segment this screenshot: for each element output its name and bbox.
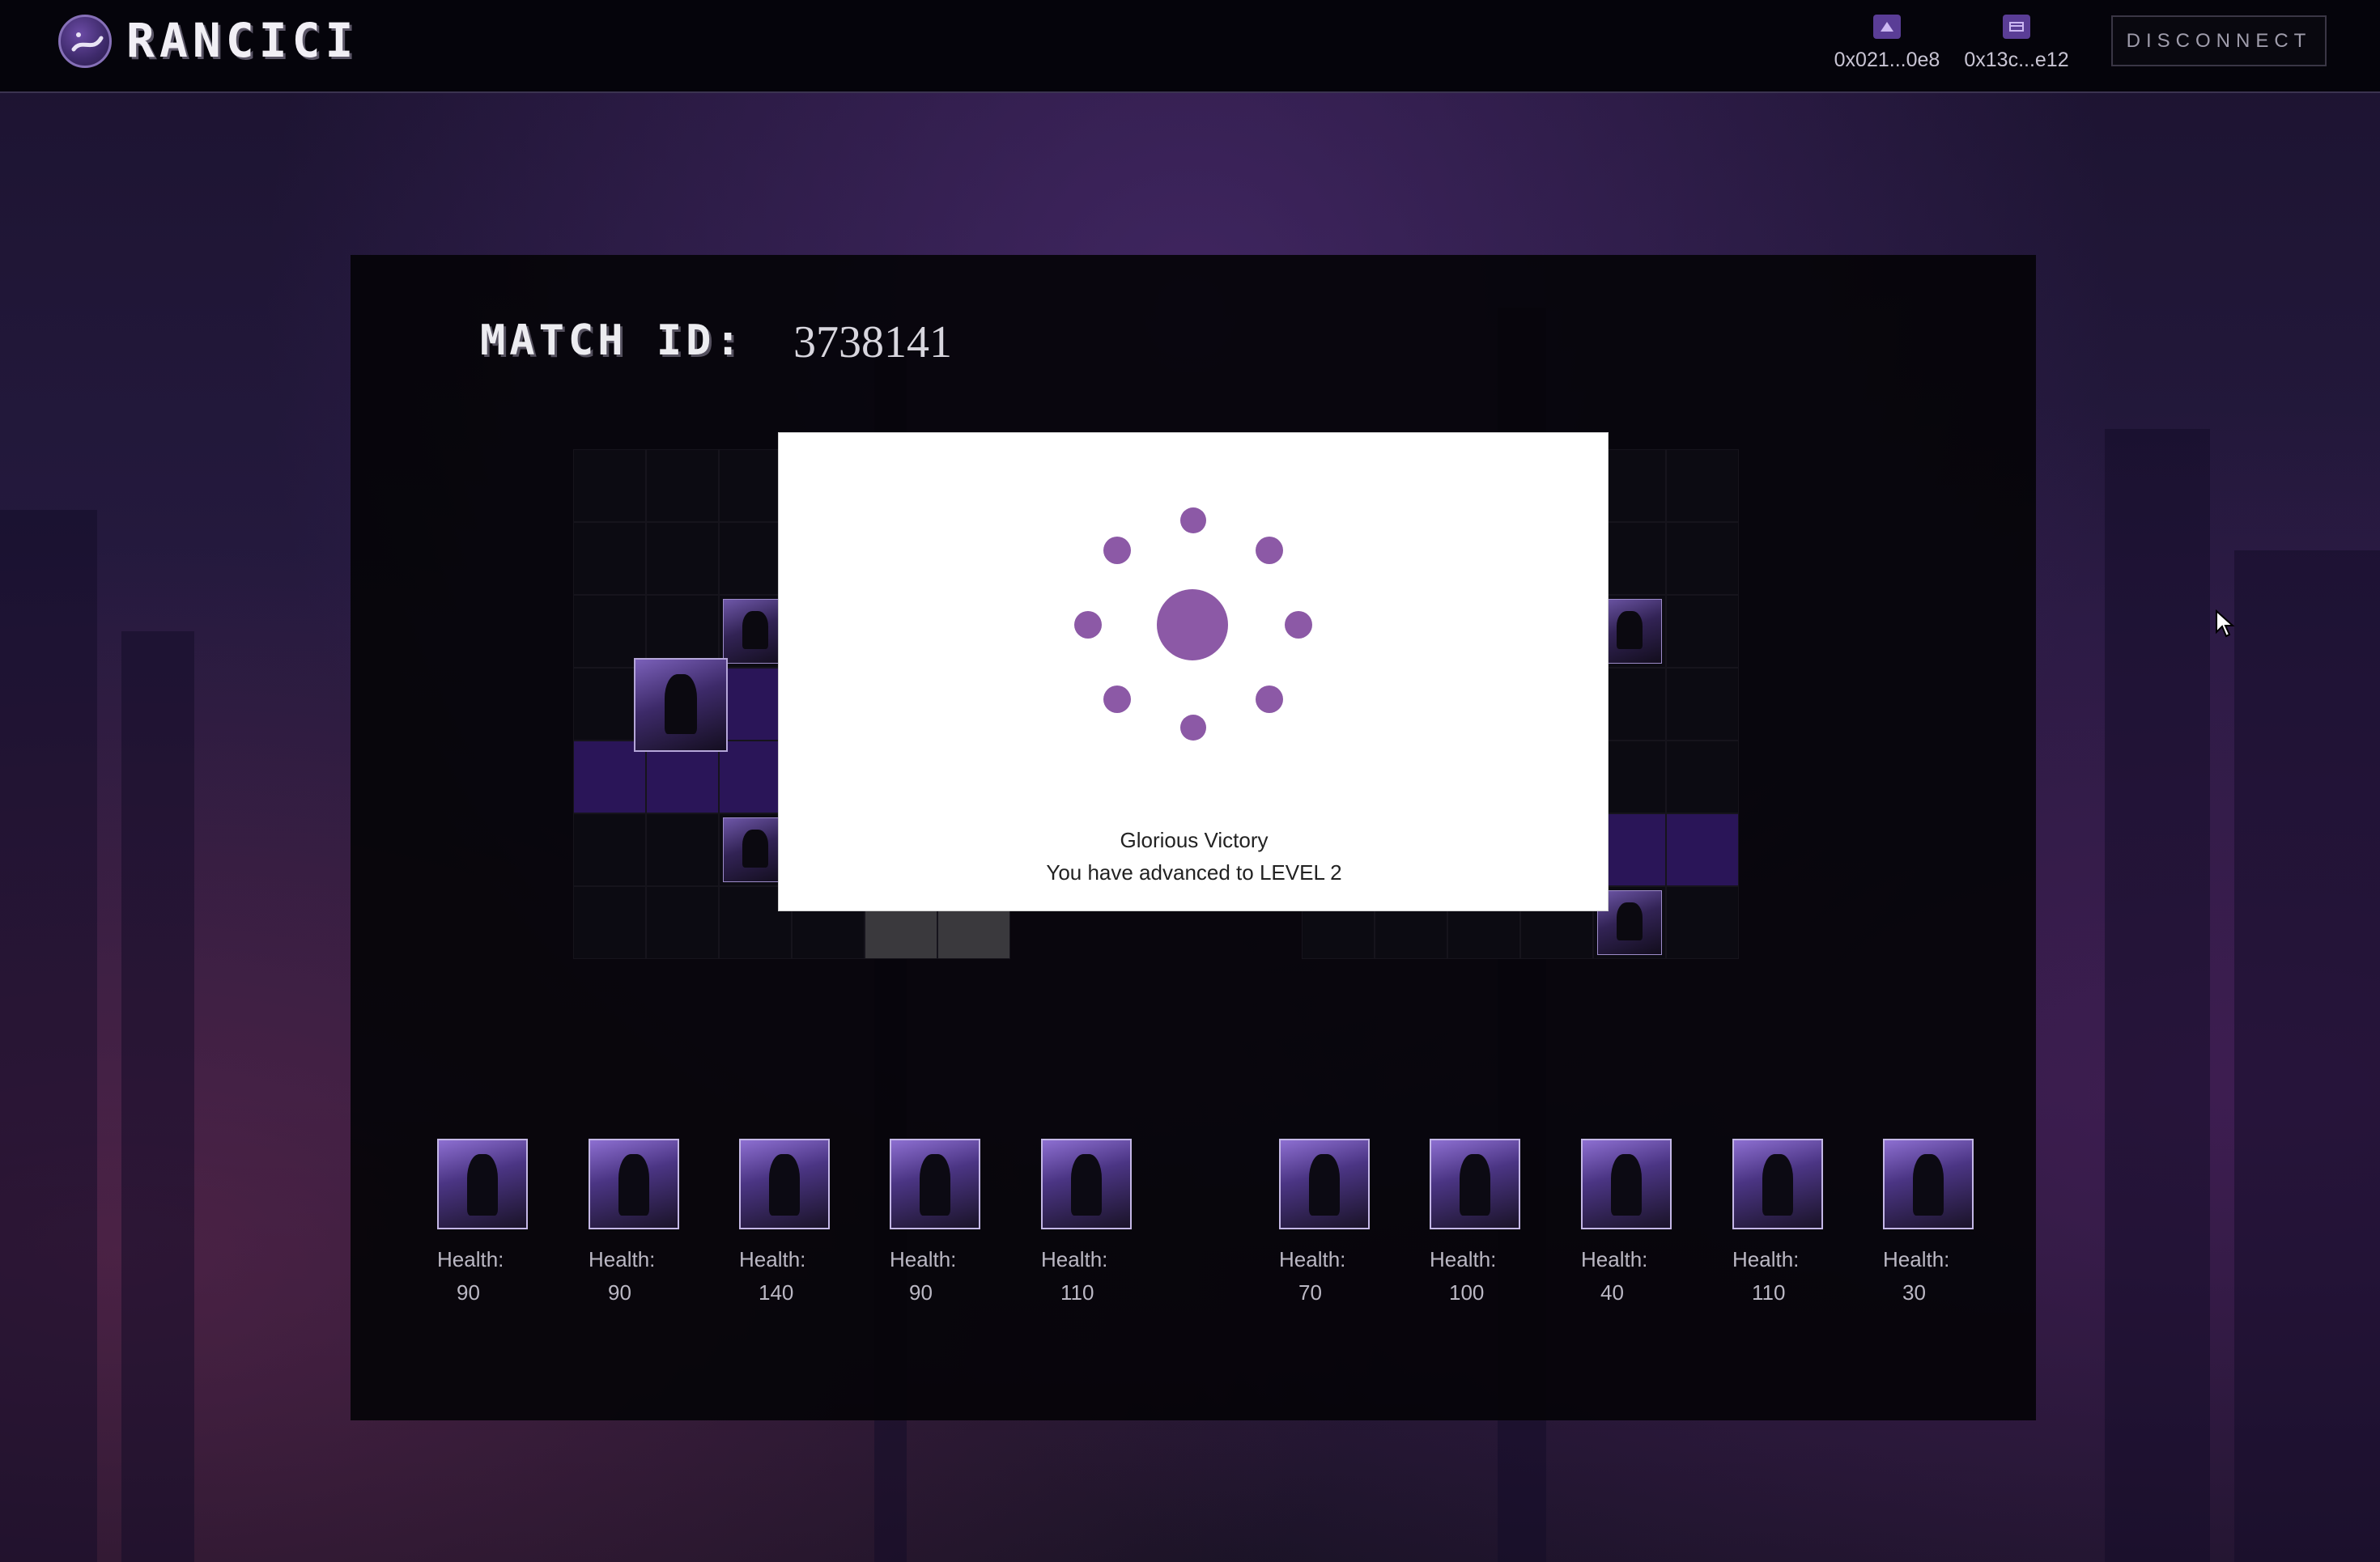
board-cell[interactable] (1666, 668, 1739, 741)
board-cell[interactable] (573, 886, 646, 959)
spinner-dot (1180, 507, 1206, 533)
board-cell[interactable] (646, 886, 719, 959)
board-cell[interactable] (1666, 741, 1739, 813)
health-label: Health: (890, 1247, 957, 1271)
selected-unit-token[interactable] (634, 658, 728, 752)
victory-message: You have advanced to LEVEL 2 (1046, 860, 1342, 885)
wallet-card[interactable]: 0x13c...e12 (1952, 13, 2081, 72)
unit-card[interactable]: Health: 100 (1430, 1139, 1527, 1305)
disconnect-button[interactable]: DISCONNECT (2111, 15, 2327, 66)
health-value: 140 (759, 1280, 794, 1305)
victory-title: Glorious Victory (1120, 828, 1269, 852)
health-label: Health: (1430, 1247, 1497, 1271)
health-label: Health: (589, 1247, 656, 1271)
health-label: Health: (1732, 1247, 1800, 1271)
wallet-card-icon (2003, 15, 2030, 39)
unit-card[interactable]: Health: 90 (890, 1139, 987, 1305)
unit-card[interactable]: Health: 70 (1279, 1139, 1376, 1305)
unit-card[interactable]: Health: 30 (1883, 1139, 1980, 1305)
unit-portrait[interactable] (437, 1139, 528, 1229)
top-bar: RANCICI 0x021...0e8 0x13c...e12 DISCONNE… (0, 0, 2380, 93)
spinner-dot (1285, 611, 1312, 639)
board-cell[interactable] (1666, 886, 1739, 959)
logo-icon[interactable] (58, 15, 112, 68)
victory-modal[interactable]: Glorious Victory You have advanced to LE… (778, 432, 1609, 911)
account-icon (1873, 15, 1901, 39)
loading-spinner-icon (779, 433, 1609, 757)
board-cell[interactable] (646, 522, 719, 595)
mouse-cursor-icon (2216, 609, 2235, 638)
board-cell[interactable] (573, 813, 646, 886)
health-label: Health: (1279, 1247, 1346, 1271)
health-value: 90 (608, 1280, 631, 1305)
health-label: Health: (437, 1247, 504, 1271)
unit-portrait[interactable] (589, 1139, 679, 1229)
board-cell[interactable] (646, 595, 719, 668)
victory-text: Glorious Victory You have advanced to LE… (779, 824, 1609, 889)
unit-card[interactable]: Health: 40 (1581, 1139, 1678, 1305)
spinner-dot (1180, 715, 1206, 741)
unit-portrait[interactable] (739, 1139, 830, 1229)
spinner-dot (1256, 685, 1283, 713)
health-label: Health: (1883, 1247, 1950, 1271)
unit-card[interactable]: Health: 140 (739, 1139, 836, 1305)
board-cell-highlight[interactable] (1666, 813, 1739, 886)
unit-portrait[interactable] (1279, 1139, 1370, 1229)
unit-portrait[interactable] (1732, 1139, 1823, 1229)
spinner-dot (1103, 537, 1131, 564)
board-cell[interactable] (1666, 522, 1739, 595)
health-value: 100 (1449, 1280, 1485, 1305)
health-value: 90 (457, 1280, 480, 1305)
unit-card[interactable]: Health: 90 (589, 1139, 686, 1305)
match-id-label: MATCH ID: (480, 316, 745, 365)
health-value: 70 (1298, 1280, 1322, 1305)
unit-portrait[interactable] (1883, 1139, 1974, 1229)
app-logo-text[interactable]: RANCICI (126, 13, 358, 68)
spinner-dot (1256, 537, 1283, 564)
unit-card[interactable]: Health: 110 (1041, 1139, 1138, 1305)
wallet-address: 0x021...0e8 (1834, 49, 1940, 71)
unit-card[interactable]: Health: 110 (1732, 1139, 1830, 1305)
match-id-value: 3738141 (793, 317, 952, 367)
health-value: 110 (1060, 1280, 1094, 1305)
health-label: Health: (1581, 1247, 1648, 1271)
board-cell[interactable] (646, 449, 719, 522)
unit-card[interactable]: Health: 90 (437, 1139, 534, 1305)
wallet-account[interactable]: 0x021...0e8 (1822, 13, 1952, 72)
wallet-address: 0x13c...e12 (1964, 49, 2069, 71)
health-label: Health: (1041, 1247, 1108, 1271)
health-value: 30 (1902, 1280, 1926, 1305)
health-label: Health: (739, 1247, 806, 1271)
health-value: 40 (1600, 1280, 1624, 1305)
unit-portrait[interactable] (1581, 1139, 1672, 1229)
board-cell[interactable] (1666, 595, 1739, 668)
spinner-dot (1074, 611, 1102, 639)
board-cell[interactable] (573, 449, 646, 522)
unit-portrait[interactable] (1430, 1139, 1520, 1229)
health-value: 90 (909, 1280, 933, 1305)
unit-portrait[interactable] (890, 1139, 980, 1229)
unit-portrait[interactable] (1041, 1139, 1132, 1229)
board-cell[interactable] (573, 522, 646, 595)
board-cell[interactable] (1666, 449, 1739, 522)
board-cell[interactable] (573, 595, 646, 668)
board-cell[interactable] (646, 813, 719, 886)
spinner-dot (1103, 685, 1131, 713)
spinner-center-dot (1157, 589, 1228, 660)
health-value: 110 (1752, 1280, 1786, 1305)
